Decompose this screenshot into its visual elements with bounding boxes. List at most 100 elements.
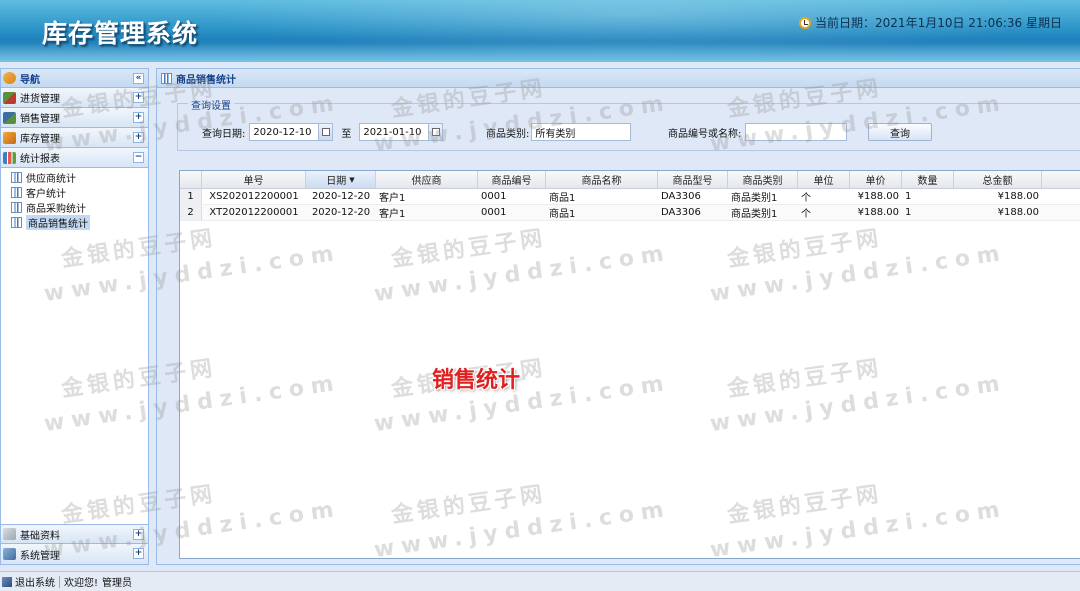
date-to-input[interactable]: 2021-01-10 xyxy=(359,123,430,141)
cell-qty: 1 xyxy=(905,191,912,202)
nav-item-customer-stats[interactable]: 客户统计 xyxy=(11,185,148,200)
cell-date: 2020-12-20 xyxy=(311,207,371,218)
report-doc-icon xyxy=(11,202,22,213)
current-date: 当前日期：2021年1月10日 21:06:36 星期日 xyxy=(799,14,1062,31)
nav-item-label: 供应商统计 xyxy=(26,174,76,185)
welcome-text: 欢迎您! xyxy=(64,578,99,589)
report-doc-icon xyxy=(11,217,22,228)
grid-header: 单号 日期 ▼ 供应商 商品编号 商品名称 商品型号 商品类别 单位 单价 数量… xyxy=(180,171,1080,189)
date-label: 查询日期: xyxy=(202,128,246,140)
nav-section-stock[interactable]: 库存管理 + xyxy=(1,128,148,148)
overlay-caption: 销售统计 xyxy=(432,368,521,393)
cell-category: 商品类别1 xyxy=(731,209,778,220)
column-header[interactable]: 数量 xyxy=(902,171,954,188)
cell-total: ¥188.00 xyxy=(997,191,1039,202)
column-header[interactable]: 供应商 xyxy=(376,171,478,188)
search-button[interactable]: 查询 xyxy=(868,123,932,141)
column-header[interactable]: 单号 xyxy=(202,171,306,188)
category-select[interactable]: 所有类别 xyxy=(531,123,632,141)
cell-model: DA3306 xyxy=(661,191,701,202)
expand-icon[interactable]: + xyxy=(133,112,144,123)
nav-section-sales[interactable]: 销售管理 + xyxy=(1,108,148,128)
date-value: 2021年1月10日 21:06:36 星期日 xyxy=(875,16,1062,30)
expand-icon[interactable]: + xyxy=(133,529,144,540)
expand-icon[interactable]: + xyxy=(133,132,144,143)
column-header-label: 日期 xyxy=(326,176,347,187)
divider xyxy=(59,575,60,588)
column-header[interactable]: 商品类别 xyxy=(728,171,798,188)
nav-header: 导航 « xyxy=(1,69,148,88)
row-number: 2 xyxy=(180,205,202,220)
code-name-label: 商品编号或名称: xyxy=(668,128,742,140)
nav-title: 导航 xyxy=(20,74,40,86)
tab-sales-stats[interactable]: 商品销售统计 xyxy=(157,69,1080,88)
table-row[interactable]: 1 XS202012200001 2020-12-20 客户1 0001 商品1… xyxy=(180,189,1080,205)
exit-icon xyxy=(2,576,12,587)
tab-title: 商品销售统计 xyxy=(176,74,236,86)
nav-section-label: 系统管理 xyxy=(20,550,60,562)
report-doc-icon xyxy=(161,72,172,84)
system-icon xyxy=(3,548,16,560)
expand-icon[interactable]: + xyxy=(133,548,144,559)
nav-section-base-data[interactable]: 基础资料 + xyxy=(1,524,148,544)
date-from-input[interactable]: 2020-12-10 xyxy=(249,123,320,141)
to-label: 至 xyxy=(341,128,352,140)
code-name-input[interactable] xyxy=(745,123,848,141)
nav-bottom-sections: 基础资料 + 系统管理 + xyxy=(1,524,148,564)
column-header[interactable]: 单价 xyxy=(850,171,902,188)
nav-section-report[interactable]: 统计报表 − xyxy=(1,148,148,168)
sales-icon xyxy=(3,111,16,124)
expand-icon[interactable]: + xyxy=(133,92,144,103)
cell-order-no: XS202012200001 xyxy=(209,191,299,202)
status-bar: 退出系统 欢迎您! 管理员 xyxy=(0,571,1080,591)
cell-price: ¥188.00 xyxy=(857,207,899,218)
report-doc-icon xyxy=(11,172,22,183)
category-group: 商品类别: 所有类别 xyxy=(486,123,632,141)
date-label: 当前日期： xyxy=(815,16,876,30)
exit-link[interactable]: 退出系统 xyxy=(2,574,55,589)
column-header[interactable]: 单位 xyxy=(798,171,850,188)
collapse-nav-button[interactable]: « xyxy=(133,73,144,84)
clock-icon xyxy=(799,17,812,29)
column-header[interactable]: 商品名称 xyxy=(546,171,658,188)
cell-code: 0001 xyxy=(481,191,507,202)
cell-date: 2020-12-20 xyxy=(311,191,371,202)
row-number: 1 xyxy=(180,189,202,204)
navigation-icon xyxy=(3,72,16,84)
column-header[interactable]: 商品型号 xyxy=(658,171,728,188)
nav-section-system[interactable]: 系统管理 + xyxy=(1,544,148,564)
column-header-filler xyxy=(1042,171,1080,188)
cell-name: 商品1 xyxy=(549,193,576,204)
cell-party: 客户1 xyxy=(379,209,406,220)
sort-desc-icon: ▼ xyxy=(349,175,355,184)
row-number-header xyxy=(180,171,202,188)
query-fieldset: 查询设置 查询日期: 2020-12-10 至 2021-01-10 商品类别:… xyxy=(177,97,1080,151)
sales-stats-grid: 单号 日期 ▼ 供应商 商品编号 商品名称 商品型号 商品类别 单位 单价 数量… xyxy=(179,170,1080,559)
cell-total: ¥188.00 xyxy=(997,207,1039,218)
collapse-icon[interactable]: − xyxy=(133,152,144,163)
table-row[interactable]: 2 XT202012200001 2020-12-20 客户1 0001 商品1… xyxy=(180,205,1080,221)
app-title: 库存管理系统 xyxy=(42,19,199,48)
report-submenu: 供应商统计 客户统计 商品采购统计 商品销售统计 xyxy=(1,168,148,230)
nav-section-label: 基础资料 xyxy=(20,530,60,542)
nav-panel: 导航 « 进货管理 + 销售管理 + 库存管理 + 统计报表 − 供应商统计 客… xyxy=(0,68,149,565)
column-header[interactable]: 总金额 xyxy=(954,171,1042,188)
nav-item-label: 商品采购统计 xyxy=(26,204,86,215)
nav-section-label: 库存管理 xyxy=(20,134,60,145)
nav-section-purchase[interactable]: 进货管理 + xyxy=(1,88,148,108)
cell-order-no: XT202012200001 xyxy=(209,207,299,218)
main-panel: 商品销售统计 查询设置 查询日期: 2020-12-10 至 2021-01-1… xyxy=(156,68,1080,565)
nav-section-label: 销售管理 xyxy=(20,114,60,125)
column-header[interactable]: 商品编号 xyxy=(478,171,546,188)
nav-item-supplier-stats[interactable]: 供应商统计 xyxy=(11,170,148,185)
nav-item-sales-stats[interactable]: 商品销售统计 xyxy=(11,215,148,230)
calendar-icon[interactable] xyxy=(429,123,444,141)
cell-qty: 1 xyxy=(905,207,912,218)
column-header-date[interactable]: 日期 ▼ xyxy=(306,171,376,188)
cell-name: 商品1 xyxy=(549,209,576,220)
report-icon xyxy=(3,151,16,164)
cell-price: ¥188.00 xyxy=(857,191,899,202)
nav-item-purchase-stats[interactable]: 商品采购统计 xyxy=(11,200,148,215)
cell-unit: 个 xyxy=(801,209,811,220)
calendar-icon[interactable] xyxy=(319,123,334,141)
